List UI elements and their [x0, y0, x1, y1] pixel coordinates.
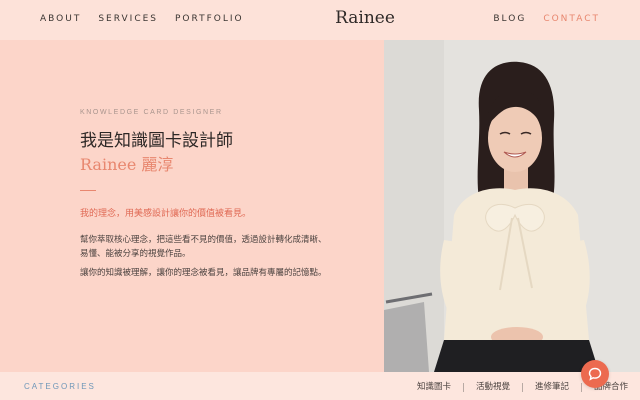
nav-right-group: BLOG CONTACT	[493, 13, 600, 25]
hero-headline: 我是知識圖卡設計師	[80, 131, 233, 151]
portrait-illustration	[384, 40, 640, 372]
category-study-notes[interactable]: 進修筆記	[523, 381, 581, 393]
hero-tagline: 我的理念，用美感設計讓你的價值被看見。	[80, 209, 252, 219]
hero-paragraph-1: 幫你萃取核心理念，把這些看不見的價值，透過設計轉化成清晰、易懂、能被分享的視覺作…	[80, 235, 327, 259]
chat-bubble-icon	[588, 367, 602, 381]
hero-text-panel	[0, 40, 384, 372]
chat-button[interactable]	[581, 360, 609, 388]
hero-eyebrow: KNOWLEDGE CARD DESIGNER	[80, 109, 223, 116]
category-knowledge-cards[interactable]: 知識圖卡	[405, 381, 463, 393]
categories-label: CATEGORIES	[24, 382, 96, 391]
category-bar: CATEGORIES 知識圖卡 活動視覺 進修筆記 品牌合作	[0, 372, 640, 400]
category-event-visuals[interactable]: 活動視覺	[464, 381, 522, 393]
hero-divider	[80, 190, 96, 191]
top-navigation: ABOUT SERVICES PORTFOLIO Rainee BLOG CON…	[0, 0, 640, 40]
portrait-photo	[384, 40, 640, 372]
hero-paragraph-2: 讓你的知識被理解，讓你的理念被看見，讓品牌有專屬的記憶點。	[80, 268, 327, 278]
nav-contact[interactable]: CONTACT	[543, 13, 600, 25]
nav-blog[interactable]: BLOG	[493, 13, 526, 25]
hero-name: Rainee 麗淳	[80, 155, 174, 174]
